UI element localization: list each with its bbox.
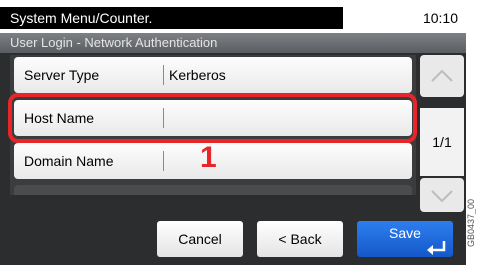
panel-screen: System Menu/Counter. 10:10 User Login - … bbox=[0, 0, 466, 265]
scroll-up-button[interactable] bbox=[420, 55, 464, 97]
chevron-down-icon bbox=[431, 190, 453, 203]
figure-code: GB0437_00 bbox=[466, 198, 476, 247]
chevron-up-icon bbox=[431, 69, 453, 82]
highlight-frame bbox=[8, 93, 417, 143]
row-separator bbox=[163, 65, 164, 85]
back-button[interactable]: < Back bbox=[257, 221, 343, 257]
row-label: Domain Name bbox=[24, 153, 114, 169]
status-time: 10:10 bbox=[422, 10, 458, 26]
row-empty bbox=[14, 185, 412, 195]
status-title: System Menu/Counter. bbox=[0, 7, 343, 29]
page-indicator: 1/1 bbox=[420, 108, 464, 176]
row-label: Server Type bbox=[24, 67, 100, 83]
enter-arrow-icon bbox=[427, 241, 446, 255]
row-server-type[interactable]: Server Type Kerberos bbox=[14, 57, 412, 93]
row-separator bbox=[163, 151, 164, 171]
scroll-down-button[interactable] bbox=[420, 178, 464, 212]
row-value: Kerberos bbox=[169, 67, 226, 83]
cancel-button[interactable]: Cancel bbox=[157, 221, 243, 257]
page-title: User Login - Network Authentication bbox=[0, 33, 466, 53]
step-callout: 1 bbox=[200, 141, 217, 174]
status-bar: System Menu/Counter. 10:10 bbox=[0, 0, 466, 33]
